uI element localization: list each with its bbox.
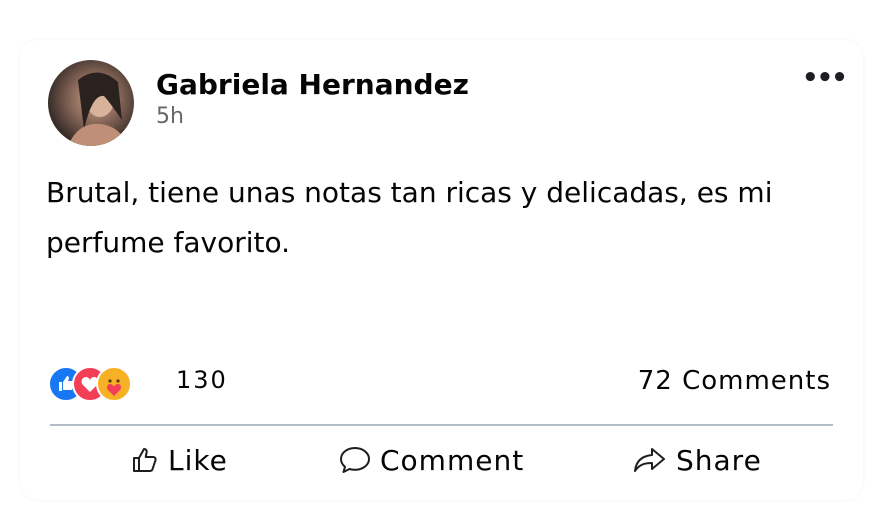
more-horizontal-icon[interactable]: ••• bbox=[802, 65, 848, 91]
like-button[interactable]: Like bbox=[130, 438, 228, 482]
divider bbox=[50, 424, 833, 426]
post-timestamp[interactable]: 5h bbox=[156, 104, 184, 129]
share-button[interactable]: Share bbox=[632, 438, 762, 482]
reaction-count: 130 bbox=[176, 366, 228, 394]
avatar-photo bbox=[68, 72, 128, 146]
avatar[interactable] bbox=[48, 60, 134, 146]
reactions-summary[interactable]: 130 bbox=[48, 362, 248, 402]
comments-count[interactable]: 72 Comments bbox=[638, 366, 831, 396]
care-reaction-icon bbox=[96, 366, 132, 402]
author-name[interactable]: Gabriela Hernandez bbox=[156, 68, 469, 101]
thumbs-up-icon bbox=[133, 448, 157, 472]
post-card: Gabriela Hernandez 5h ••• Brutal, tiene … bbox=[20, 40, 863, 500]
post-text: Brutal, tiene unas notas tan ricas y del… bbox=[46, 176, 773, 259]
comment-bubble-icon bbox=[340, 447, 370, 473]
comment-label: Comment bbox=[380, 443, 525, 477]
share-arrow-icon bbox=[634, 448, 665, 472]
comment-button[interactable]: Comment bbox=[338, 438, 524, 482]
like-label: Like bbox=[168, 443, 228, 477]
share-label: Share bbox=[676, 443, 762, 477]
